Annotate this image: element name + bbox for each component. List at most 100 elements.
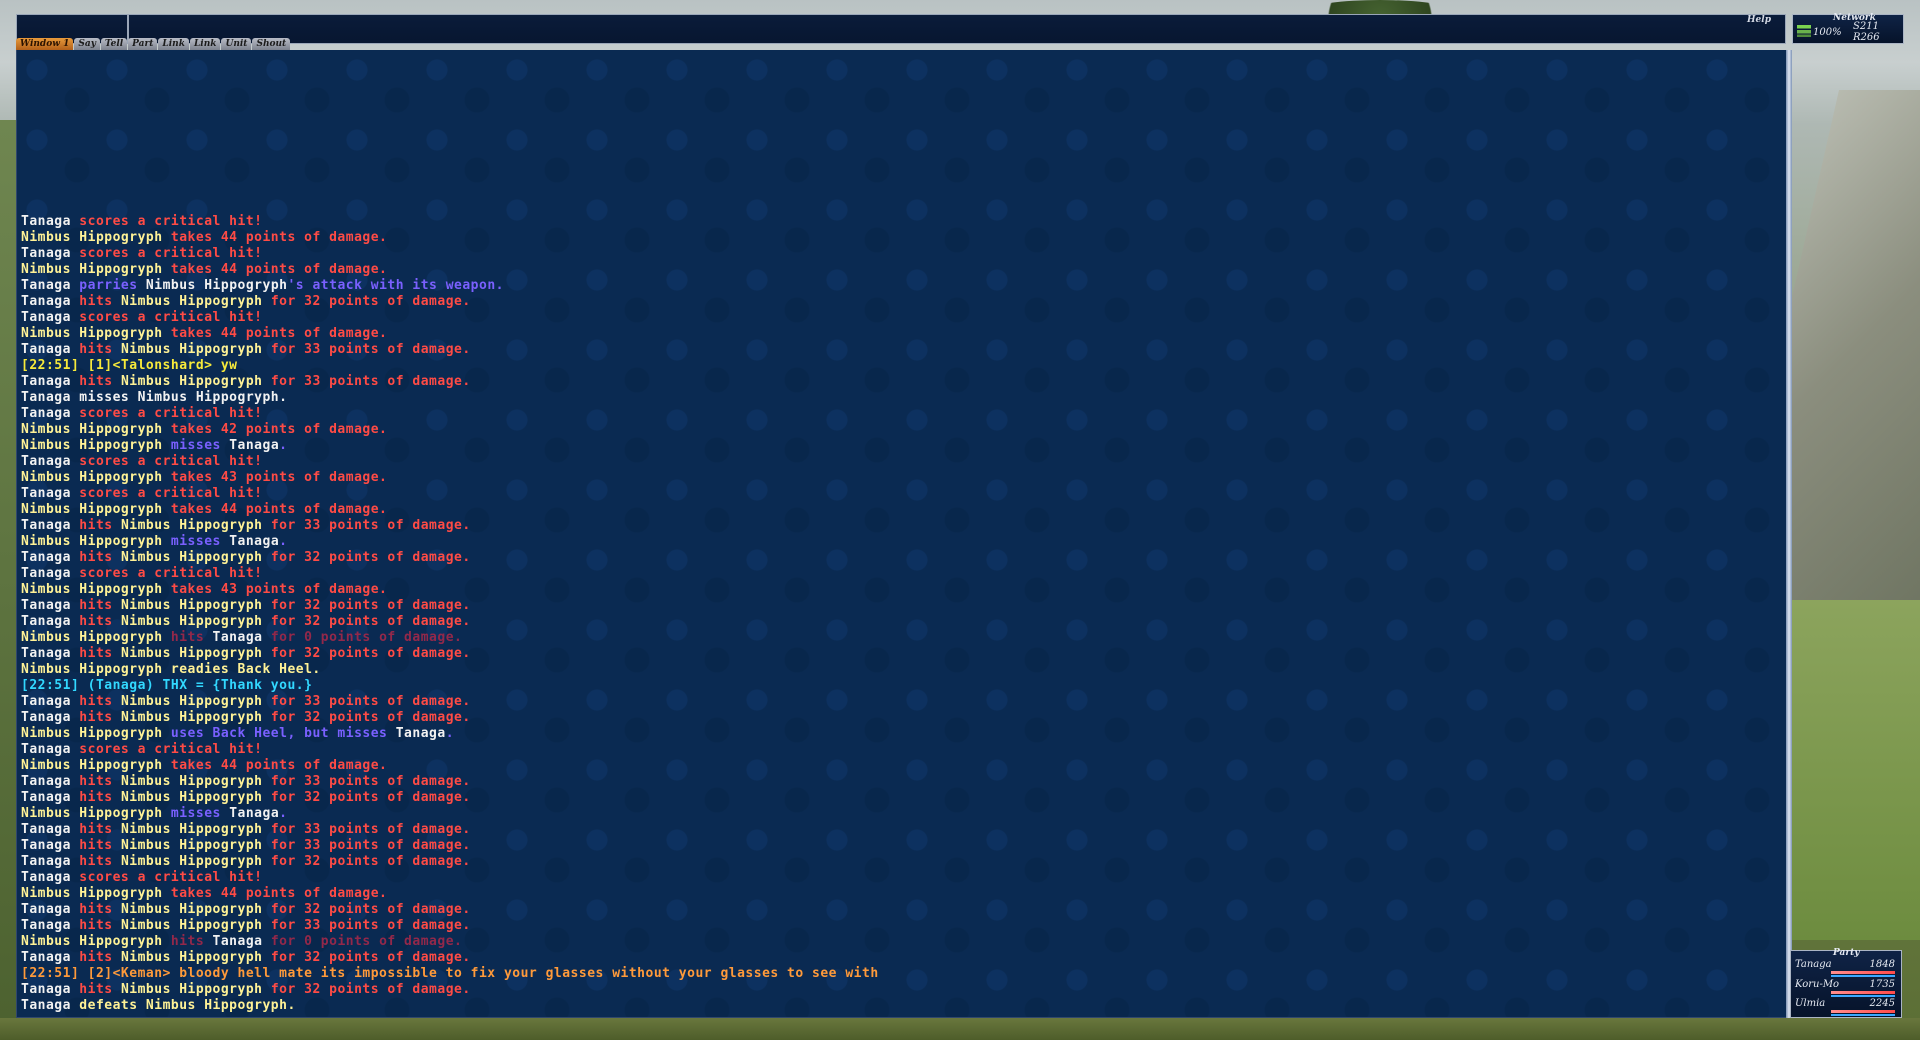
chat-segment: takes 44 points of damage. — [170, 886, 388, 901]
chat-segment: Tanaga — [229, 534, 280, 549]
tab-party[interactable]: Part — [128, 38, 158, 50]
chat-scrollbar[interactable] — [1786, 50, 1792, 1018]
party-member-name: Ulmia — [1795, 998, 1826, 1009]
chat-line: Tanaga hits Nimbus Hippogryph for 33 poi… — [21, 838, 1782, 854]
chat-line: Tanaga scores a critical hit! — [21, 742, 1782, 758]
chat-lines: Tanaga scores a critical hit! Nimbus Hipp… — [21, 214, 1782, 1014]
chat-segment: [22:51] [2]<Keman> bloody hell mate its … — [21, 966, 879, 981]
chat-segment: hits — [79, 294, 121, 309]
chat-segment: Tanaga — [21, 838, 80, 853]
chat-segment: Tanaga — [21, 614, 80, 629]
chat-line: Nimbus Hippogryph hits Tanaga for 0 poin… — [21, 934, 1782, 950]
chat-line: Tanaga scores a critical hit! — [21, 566, 1782, 582]
party-member[interactable]: Tanaga 1848 — [1795, 959, 1899, 979]
chat-segment: Tanaga — [21, 406, 80, 421]
chat-line: Nimbus Hippogryph takes 42 points of dam… — [21, 422, 1782, 438]
chat-segment: scores a critical hit! — [79, 742, 263, 757]
chat-segment: Tanaga — [21, 998, 80, 1013]
chat-segment: takes 44 points of damage. — [170, 262, 388, 277]
chat-line: Tanaga scores a critical hit! — [21, 486, 1782, 502]
chat-segment: misses — [170, 534, 230, 549]
chat-segment: for 33 points of damage. — [270, 694, 471, 709]
chat-segment: hits — [79, 694, 121, 709]
chat-segment: for 33 points of damage. — [270, 918, 471, 933]
party-member-hp: 1848 — [1869, 959, 1895, 970]
chat-line: Tanaga scores a critical hit! — [21, 214, 1782, 230]
chat-segment: for 0 points of damage. — [270, 934, 463, 949]
chat-line: [22:51] [1]<Talonshard> yw — [21, 358, 1782, 374]
chat-segment: Tanaga — [21, 486, 80, 501]
chat-line: Nimbus Hippogryph takes 44 points of dam… — [21, 326, 1782, 342]
chat-line: Nimbus Hippogryph misses Tanaga. — [21, 806, 1782, 822]
network-percent: 100% — [1813, 27, 1842, 38]
chat-segment: . — [445, 726, 455, 741]
chat-segment: hits — [79, 774, 121, 789]
chat-segment: . — [279, 806, 288, 821]
chat-segment: Tanaga — [21, 246, 80, 261]
chat-segment: hits — [79, 342, 121, 357]
chat-line: Nimbus Hippogryph uses Back Heel, but mi… — [21, 726, 1782, 742]
tab-window-1[interactable]: Window 1 — [16, 38, 74, 50]
chat-segment: Nimbus Hippogryph — [120, 614, 271, 629]
chat-segment: Nimbus Hippogryph — [21, 422, 171, 437]
chat-segment: for 33 points of damage. — [270, 822, 471, 837]
chat-segment: for 32 points of damage. — [270, 854, 471, 869]
chat-segment: Tanaga — [21, 342, 80, 357]
chat-segment: Nimbus Hippogryph — [145, 278, 288, 293]
chat-segment: for 0 points of damage. — [270, 630, 463, 645]
help-label[interactable]: Help — [1747, 15, 1771, 25]
chat-segment: scores a critical hit! — [79, 406, 263, 421]
chat-segment: hits — [79, 854, 121, 869]
chat-line: Tanaga scores a critical hit! — [21, 870, 1782, 886]
chat-line: Nimbus Hippogryph takes 44 points of dam… — [21, 502, 1782, 518]
chat-log[interactable]: Tanaga scores a critical hit! Nimbus Hipp… — [16, 50, 1786, 1018]
chat-segment: Nimbus Hippogryph — [21, 262, 171, 277]
chat-segment: Nimbus Hippogryph — [120, 774, 271, 789]
party-member[interactable]: Koru-Mo 1735 — [1795, 979, 1899, 999]
chat-segment: hits — [79, 918, 121, 933]
chat-tabs: Window 1 Say Tell Part Link Link Unit Sh… — [16, 38, 291, 50]
chat-line: Tanaga defeats Nimbus Hippogryph. — [21, 998, 1782, 1014]
chat-segment: Tanaga — [21, 550, 80, 565]
chat-segment: hits — [79, 790, 121, 805]
chat-segment: [22:51] [1]<Talonshard> yw — [21, 358, 238, 373]
chat-segment: Tanaga — [21, 710, 80, 725]
chat-segment: Tanaga — [229, 806, 280, 821]
chat-segment: takes 42 points of damage. — [170, 422, 388, 437]
chat-line: Tanaga hits Nimbus Hippogryph for 33 poi… — [21, 822, 1782, 838]
tab-linkshell-2[interactable]: Link — [189, 38, 221, 50]
chat-segment: takes 43 points of damage. — [170, 470, 388, 485]
chat-line: Tanaga hits Nimbus Hippogryph for 32 poi… — [21, 902, 1782, 918]
chat-segment: Nimbus Hippogryph — [21, 470, 171, 485]
chat-line: Tanaga misses Nimbus Hippogryph. — [21, 390, 1782, 406]
chat-segment: Nimbus Hippogryph — [21, 582, 171, 597]
chat-segment: Nimbus Hippogryph — [120, 982, 271, 997]
tab-linkshell-1[interactable]: Link — [158, 38, 189, 50]
chat-line: Tanaga hits Nimbus Hippogryph for 32 poi… — [21, 646, 1782, 662]
network-panel: Network 100% S211 R266 — [1792, 13, 1904, 44]
chat-segment: Tanaga — [21, 742, 80, 757]
chat-segment: Tanaga — [212, 934, 271, 949]
chat-segment: Nimbus Hippogryph — [120, 518, 271, 533]
tab-shout[interactable]: Shout — [252, 38, 291, 50]
party-title: Party — [1833, 948, 1860, 958]
chat-segment: . — [279, 438, 288, 453]
chat-segment: Tanaga — [21, 294, 80, 309]
party-member[interactable]: Ulmia 2245 — [1795, 998, 1899, 1018]
chat-segment: Tanaga — [21, 310, 80, 325]
chat-segment: scores a critical hit! — [79, 454, 263, 469]
chat-line: Tanaga hits Nimbus Hippogryph for 32 poi… — [21, 614, 1782, 630]
tab-say[interactable]: Say — [74, 38, 100, 50]
chat-line: Nimbus Hippogryph misses Tanaga. — [21, 534, 1782, 550]
chat-segment: Nimbus Hippogryph — [120, 790, 271, 805]
tab-unity[interactable]: Unit — [221, 38, 252, 50]
chat-segment: Tanaga — [21, 774, 80, 789]
chat-segment: Tanaga — [21, 790, 80, 805]
party-member-name: Koru-Mo — [1795, 979, 1840, 990]
background-cliff — [1785, 90, 1920, 610]
chat-line: Tanaga hits Nimbus Hippogryph for 32 poi… — [21, 790, 1782, 806]
chat-segment: for 32 points of damage. — [270, 982, 471, 997]
tab-tell[interactable]: Tell — [100, 38, 128, 50]
mp-bar — [1831, 995, 1895, 997]
chat-segment: takes 43 points of damage. — [170, 582, 388, 597]
